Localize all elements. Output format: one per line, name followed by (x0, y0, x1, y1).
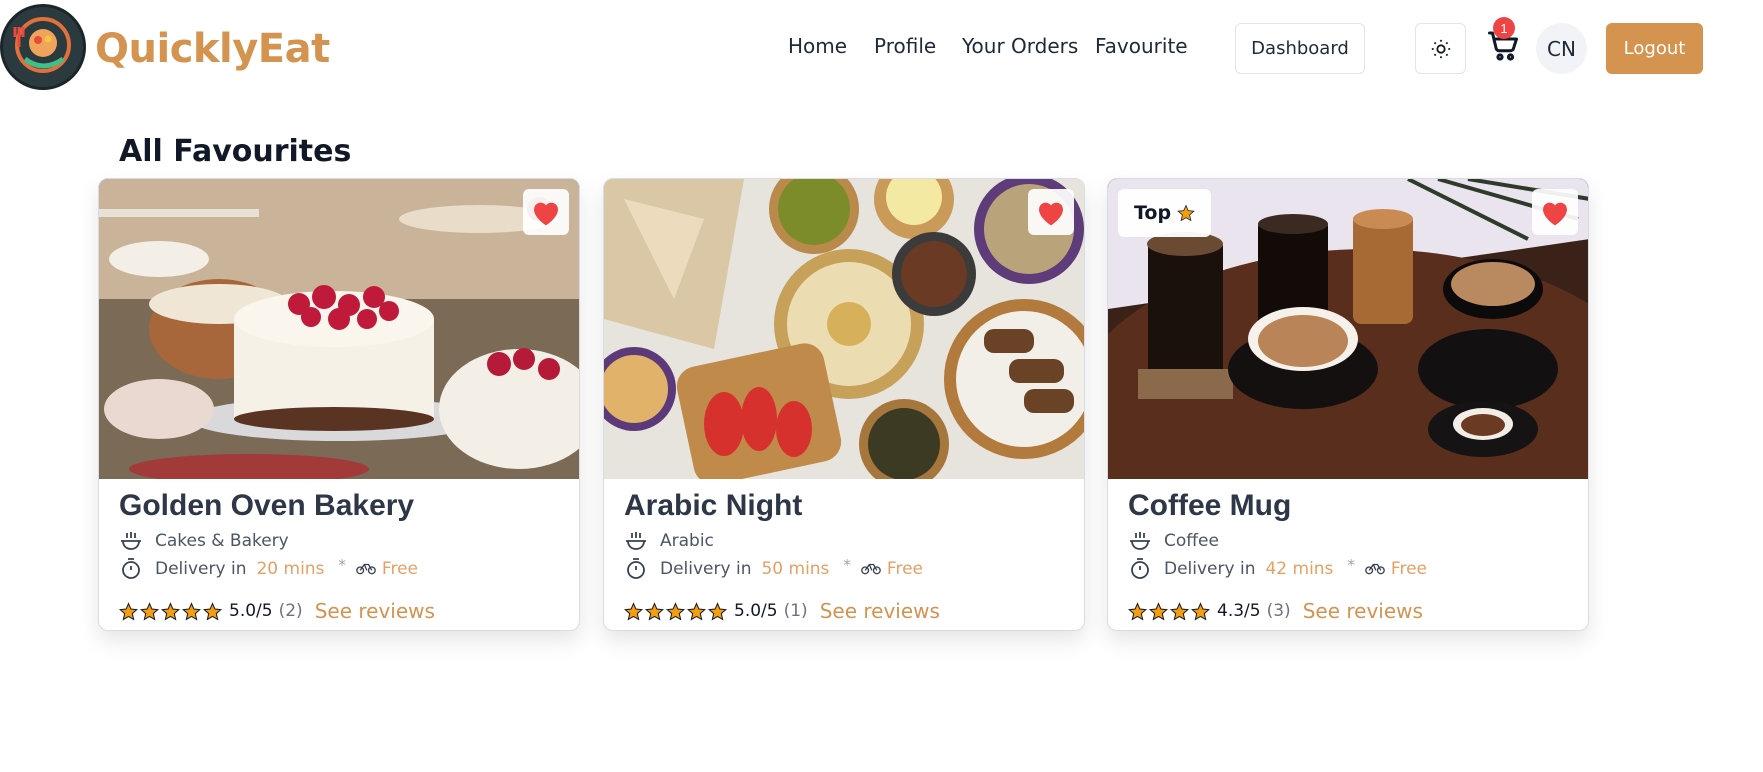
restaurant-image (99, 179, 579, 479)
rating-row: 4.3/5 (3) See reviews (1128, 599, 1423, 623)
restaurant-card[interactable]: Golden Oven Bakery Cakes & Bakery Delive… (98, 178, 580, 631)
star-icon (140, 601, 159, 620)
separator: * (843, 556, 851, 574)
nav-home[interactable]: Home (788, 34, 847, 58)
delivery-fee: Free (886, 559, 923, 579)
star-icon (1191, 601, 1210, 620)
delivery-row: Delivery in 42 mins * Free (1128, 556, 1427, 581)
dashboard-button[interactable]: Dashboard (1235, 23, 1365, 74)
star-rating (119, 601, 222, 621)
star-icon (645, 601, 664, 620)
see-reviews-link[interactable]: See reviews (820, 599, 940, 623)
logout-button[interactable]: Logout (1606, 23, 1703, 74)
category-row: Arabic (624, 529, 714, 553)
star-icon (666, 601, 685, 620)
bike-icon (356, 559, 376, 580)
delivery-row: Delivery in 20 mins * Free (119, 556, 418, 581)
star-icon (1149, 601, 1168, 620)
star-rating (624, 601, 727, 621)
favourite-button[interactable] (1532, 189, 1578, 235)
delivery-fee: Free (1390, 559, 1427, 579)
rating-count: (3) (1266, 601, 1291, 621)
rating-count: (1) (783, 601, 808, 621)
star-rating (1128, 601, 1210, 621)
heart-icon (1039, 202, 1063, 226)
restaurant-card[interactable]: Arabic Night Arabic Delivery in 50 mins … (603, 178, 1085, 631)
heart-icon (534, 202, 558, 226)
star-icon (203, 601, 222, 620)
page-title: All Favourites (119, 134, 352, 169)
brand-logo[interactable] (0, 4, 86, 90)
top-badge: Top (1118, 189, 1212, 237)
star-icon (1128, 601, 1147, 620)
restaurant-card[interactable]: Top Coffee Mug Coffee Delivery in 42 min… (1107, 178, 1589, 631)
delivery-fee: Free (381, 559, 418, 579)
delivery-label: Delivery in (1164, 559, 1256, 579)
bike-icon (861, 559, 881, 580)
dish-icon (119, 529, 143, 553)
dish-icon (624, 529, 648, 553)
star-icon (161, 601, 180, 620)
restaurant-name[interactable]: Coffee Mug (1128, 489, 1291, 523)
delivery-label: Delivery in (660, 559, 752, 579)
star-icon (624, 601, 643, 620)
restaurant-name[interactable]: Golden Oven Bakery (119, 489, 414, 523)
delivery-row: Delivery in 50 mins * Free (624, 556, 923, 581)
category-row: Coffee (1128, 529, 1219, 553)
delivery-time: 42 mins (1265, 559, 1334, 579)
timer-icon (624, 557, 648, 581)
separator: * (1347, 556, 1355, 574)
timer-icon (1128, 557, 1152, 581)
delivery-time: 50 mins (761, 559, 830, 579)
rating-row: 5.0/5 (1) See reviews (624, 599, 940, 623)
restaurant-name[interactable]: Arabic Night (624, 489, 802, 523)
delivery-time: 20 mins (256, 559, 325, 579)
heart-icon (1543, 202, 1567, 226)
separator: * (338, 556, 346, 574)
favourite-button[interactable] (523, 189, 569, 235)
favourite-button[interactable] (1028, 189, 1074, 235)
category-row: Cakes & Bakery (119, 529, 289, 553)
bike-icon (1365, 559, 1385, 580)
rating-count: (2) (278, 601, 303, 621)
user-avatar[interactable]: CN (1536, 23, 1587, 74)
rating-score: 4.3/5 (1217, 601, 1261, 621)
nav-your-orders[interactable]: Your Orders (962, 34, 1078, 58)
star-icon (708, 601, 727, 620)
nav-favourite[interactable]: Favourite (1095, 34, 1188, 58)
restaurant-image (604, 179, 1084, 479)
brand-name[interactable]: QuicklyEat (95, 26, 330, 72)
star-icon (182, 601, 201, 620)
rating-score: 5.0/5 (229, 601, 273, 621)
theme-toggle-button[interactable] (1415, 23, 1466, 74)
star-icon (119, 601, 138, 620)
star-icon (1177, 204, 1195, 222)
cart-count-badge: 1 (1493, 17, 1515, 39)
star-icon (687, 601, 706, 620)
delivery-label: Delivery in (155, 559, 247, 579)
timer-icon (119, 557, 143, 581)
category-label: Cakes & Bakery (155, 531, 289, 551)
top-navbar: QuicklyEat Home Profile Your Orders Favo… (0, 0, 1763, 96)
rating-row: 5.0/5 (2) See reviews (119, 599, 435, 623)
rating-score: 5.0/5 (734, 601, 778, 621)
star-icon (1170, 601, 1189, 620)
category-label: Coffee (1164, 531, 1219, 551)
see-reviews-link[interactable]: See reviews (1303, 599, 1423, 623)
see-reviews-link[interactable]: See reviews (315, 599, 435, 623)
top-badge-label: Top (1134, 202, 1172, 224)
category-label: Arabic (660, 531, 714, 551)
nav-profile[interactable]: Profile (874, 34, 936, 58)
dish-icon (1128, 529, 1152, 553)
sun-icon (1431, 39, 1450, 58)
